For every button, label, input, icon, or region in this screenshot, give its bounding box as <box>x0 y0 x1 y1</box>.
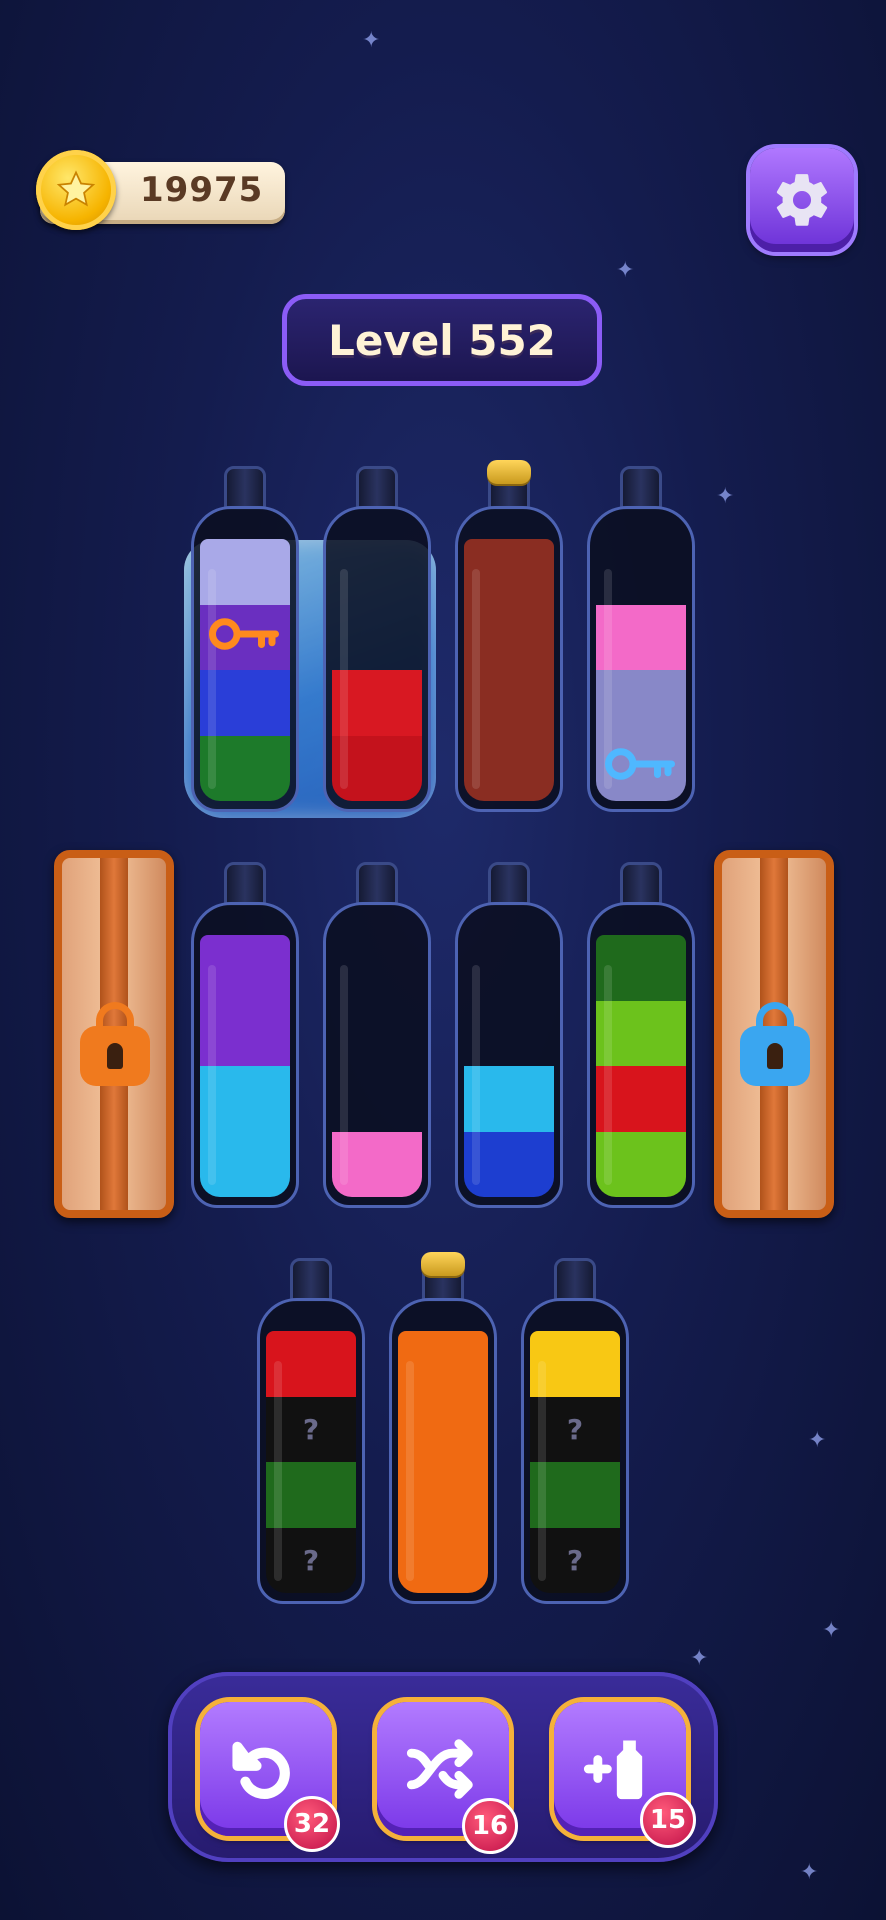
bottle-body <box>455 902 563 1208</box>
bottle-neck <box>224 862 266 906</box>
bottle-body <box>323 506 431 812</box>
locked-slot-right[interactable] <box>714 850 834 1218</box>
shuffle-icon <box>406 1739 473 1799</box>
undo-icon <box>232 1741 290 1799</box>
bottle-neck <box>290 1258 332 1302</box>
bottle-b6[interactable] <box>323 862 431 1208</box>
shuffle-count-badge: 16 <box>462 1798 518 1854</box>
coin-value: 19975 <box>140 170 264 210</box>
add-bottle-count-badge: 15 <box>640 1792 696 1848</box>
bottle-body: ?? <box>521 1298 629 1604</box>
undo-count-badge: 32 <box>284 1796 340 1852</box>
star-decoration: ✦ <box>362 28 381 53</box>
bottle-body <box>191 506 299 812</box>
bottle-b2[interactable] <box>323 466 431 812</box>
bottle-neck <box>356 466 398 510</box>
orange-key-icon <box>209 616 279 652</box>
gear-icon <box>776 174 828 226</box>
bottle-b7[interactable] <box>455 862 563 1208</box>
bottle-b1[interactable] <box>191 466 299 812</box>
bottle-neck <box>224 466 266 510</box>
level-title: Level 552 <box>282 294 602 386</box>
bottle-neck <box>620 466 662 510</box>
star-decoration: ✦ <box>716 484 735 509</box>
bottle-b4[interactable] <box>587 466 695 812</box>
bottle-neck <box>356 862 398 906</box>
bottle-body <box>323 902 431 1208</box>
bottle-neck <box>620 862 662 906</box>
bottle-b11[interactable]: ?? <box>521 1258 629 1604</box>
bottle-body <box>587 902 695 1208</box>
bottle-b8[interactable] <box>587 862 695 1208</box>
star-decoration: ✦ <box>616 258 635 283</box>
padlock-icon <box>80 1002 150 1086</box>
star-decoration: ✦ <box>800 1860 819 1885</box>
bottle-neck <box>488 862 530 906</box>
locked-slot-left[interactable] <box>54 850 174 1218</box>
star-decoration: ✦ <box>822 1618 841 1643</box>
bottle-b5[interactable] <box>191 862 299 1208</box>
star-decoration: ✦ <box>808 1428 827 1453</box>
bottle-b10[interactable] <box>389 1252 497 1604</box>
bottle-b9[interactable]: ?? <box>257 1258 365 1604</box>
bottle-body <box>455 506 563 812</box>
bottle-b3[interactable] <box>455 460 563 812</box>
add-bottle-icon <box>583 1740 643 1800</box>
blue-key-icon <box>605 746 675 782</box>
bottle-body <box>389 1298 497 1604</box>
bottle-body <box>191 902 299 1208</box>
padlock-icon <box>740 1002 810 1086</box>
bottle-body: ?? <box>257 1298 365 1604</box>
bottle-neck <box>554 1258 596 1302</box>
star-coin-icon <box>36 150 116 230</box>
star-decoration: ✦ <box>690 1646 709 1671</box>
settings-button[interactable] <box>750 148 854 252</box>
cork-icon <box>421 1252 465 1276</box>
cork-icon <box>487 460 531 484</box>
